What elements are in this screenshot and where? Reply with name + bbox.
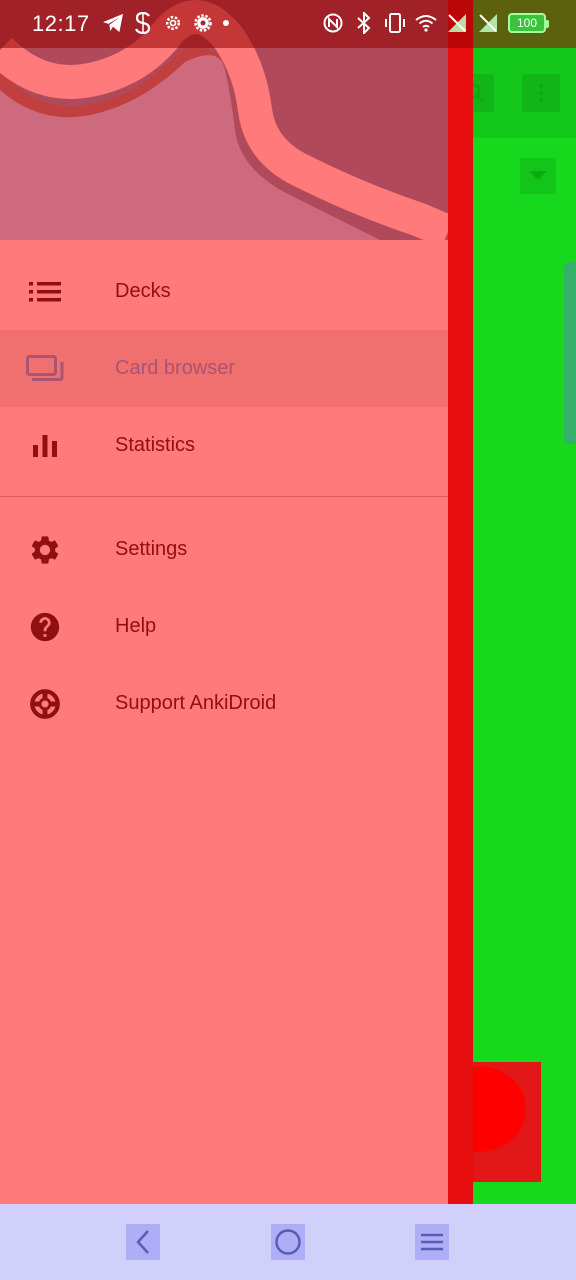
recents-button[interactable]	[415, 1224, 449, 1260]
list-icon	[26, 273, 64, 311]
more-vert-icon	[538, 83, 544, 103]
dropdown-arrow-icon	[529, 171, 547, 180]
bluetooth-icon	[353, 12, 375, 34]
home-button[interactable]	[271, 1224, 305, 1260]
drawer-item-card-browser[interactable]: Card browser	[0, 330, 448, 407]
no-sim-icon	[477, 12, 499, 34]
drawer-item-label: Decks	[115, 280, 171, 302]
settings-gear-icon	[192, 12, 214, 34]
drawer-item-statistics[interactable]: Statistics	[0, 407, 448, 484]
wifi-icon	[415, 12, 437, 34]
deck-dropdown-button[interactable]	[520, 158, 556, 194]
drawer-item-decks[interactable]: Decks	[0, 253, 448, 330]
drawer-item-label: Card browser	[115, 357, 236, 379]
help-icon	[26, 608, 64, 646]
system-nav-bar	[0, 1204, 576, 1280]
gear-icon	[26, 531, 64, 569]
settings-gear-icon	[162, 12, 184, 34]
cards-icon	[26, 350, 64, 388]
drawer-item-label: Settings	[115, 538, 188, 560]
no-sim-icon	[446, 12, 468, 34]
fast-scroll-handle[interactable]	[564, 262, 576, 444]
nfc-icon	[322, 12, 344, 34]
navigation-drawer: Decks Card browser Statistics Settings H…	[0, 0, 448, 1204]
vibrate-icon	[384, 12, 406, 34]
drawer-item-label: Statistics	[115, 434, 196, 456]
bar-chart-icon	[26, 427, 64, 465]
lifebuoy-icon	[26, 685, 64, 723]
more-options-button[interactable]	[522, 74, 560, 112]
system-icons: 100	[322, 12, 549, 34]
back-icon	[136, 1230, 149, 1254]
status-time: 12:17	[32, 11, 90, 36]
status-bar: 12:17 100	[0, 0, 576, 48]
telegram-icon	[102, 12, 124, 34]
drawer-item-label: Help	[115, 615, 157, 637]
dot-icon	[222, 12, 230, 34]
home-icon	[275, 1229, 301, 1255]
notification-icons	[102, 12, 230, 34]
drawer-scrim-edge	[448, 0, 473, 1204]
drawer-item-label: Support AnkiDroid	[115, 692, 277, 714]
recents-icon	[421, 1233, 443, 1251]
drawer-item-support-ankidroid[interactable]: Support AnkiDroid	[0, 665, 448, 742]
drawer-item-settings[interactable]: Settings	[0, 511, 448, 588]
drawer-divider	[0, 496, 448, 497]
drawer-item-help[interactable]: Help	[0, 588, 448, 665]
battery-icon: 100	[508, 13, 549, 33]
s-app-icon	[132, 12, 154, 34]
battery-level: 100	[516, 16, 538, 30]
back-button[interactable]	[126, 1224, 160, 1260]
